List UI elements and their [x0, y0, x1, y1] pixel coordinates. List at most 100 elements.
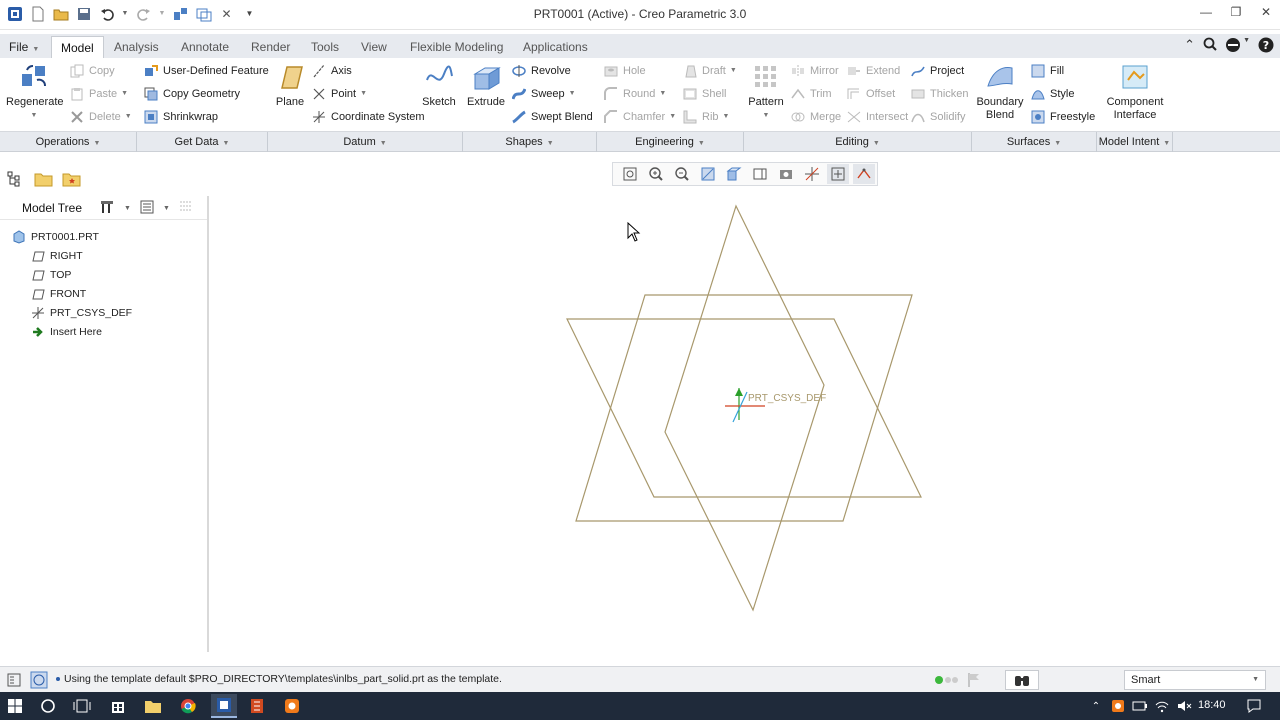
datum-plane-right[interactable] — [575, 294, 913, 522]
navigator-toggle-icon[interactable] — [6, 672, 22, 691]
creo-taskbar-icon[interactable] — [211, 694, 237, 718]
boundary-blend-button[interactable]: Boundary Blend — [972, 62, 1028, 122]
battery-icon[interactable] — [1130, 696, 1150, 716]
swept-blend-button[interactable]: Swept Blend — [512, 108, 593, 126]
datum-plane-front[interactable] — [664, 204, 825, 612]
tree-item-csys[interactable]: PRT_CSYS_DEF — [31, 304, 132, 322]
offset-button[interactable]: Offset — [847, 85, 895, 103]
find-icon[interactable] — [1005, 670, 1039, 690]
group-engineering[interactable]: Engineering ▼ — [597, 132, 744, 152]
fill-button[interactable]: Fill — [1031, 62, 1064, 80]
store-icon[interactable] — [108, 696, 128, 716]
copy-button[interactable]: Copy — [70, 62, 115, 80]
group-model-intent[interactable]: Model Intent ▼ — [1097, 132, 1173, 152]
browser-toggle-icon[interactable] — [30, 671, 48, 692]
tree-columns-icon[interactable] — [178, 199, 194, 218]
style-button[interactable]: Style — [1031, 85, 1074, 103]
tree-item-front[interactable]: FRONT — [31, 285, 86, 303]
delete-button[interactable]: Delete ▼ — [70, 108, 132, 126]
datum-display-filters-icon[interactable] — [801, 164, 823, 184]
repaint-icon[interactable] — [697, 164, 719, 184]
shell-button[interactable]: Shell — [683, 85, 726, 103]
community-icon[interactable] — [1225, 37, 1241, 56]
windows-start-icon[interactable] — [5, 696, 25, 716]
merge-button[interactable]: Merge — [791, 108, 841, 126]
pattern-button[interactable]: Pattern ▼ — [738, 62, 794, 122]
tab-render[interactable]: Render — [242, 36, 299, 58]
collapse-ribbon-icon[interactable]: ⌃ — [1184, 37, 1195, 56]
extrude-button[interactable]: Extrude — [458, 62, 514, 109]
tree-item-insert-here[interactable]: Insert Here — [31, 323, 102, 341]
group-editing[interactable]: Editing ▼ — [744, 132, 972, 152]
tab-flexible-modeling[interactable]: Flexible Modeling — [401, 36, 512, 58]
graphics-window[interactable]: PRT_CSYS_DEF — [209, 190, 1280, 662]
datum-plane-top[interactable] — [566, 318, 922, 498]
thicken-button[interactable]: Thicken — [911, 85, 969, 103]
favorites-icon[interactable] — [62, 170, 82, 190]
tree-item-right[interactable]: RIGHT — [31, 247, 83, 265]
recorder-taskbar-icon[interactable] — [282, 696, 302, 716]
flag-icon[interactable] — [967, 672, 981, 691]
help-icon[interactable]: ? — [1258, 37, 1274, 56]
shrinkwrap-button[interactable]: Shrinkwrap — [144, 108, 218, 126]
coordinate-system-button[interactable]: Coordinate System — [312, 108, 425, 126]
paste-button[interactable]: Paste ▼ — [70, 85, 128, 103]
folder-browser-icon[interactable] — [34, 170, 54, 190]
tab-tools[interactable]: Tools — [302, 36, 348, 58]
group-get-data[interactable]: Get Data ▼ — [137, 132, 268, 152]
group-operations[interactable]: Operations ▼ — [0, 132, 137, 152]
display-style-icon[interactable] — [723, 164, 745, 184]
task-view-icon[interactable] — [72, 696, 92, 716]
saved-orientations-icon[interactable] — [749, 164, 771, 184]
mirror-button[interactable]: Mirror — [791, 62, 839, 80]
action-center-icon[interactable] — [1244, 696, 1264, 716]
chamfer-button[interactable]: Chamfer ▼ — [604, 108, 676, 126]
tab-model[interactable]: Model — [51, 36, 104, 58]
project-button[interactable]: Project — [911, 62, 964, 80]
tab-applications[interactable]: Applications — [514, 36, 597, 58]
rib-button[interactable]: Rib ▼ — [683, 108, 729, 126]
search-icon[interactable] — [38, 696, 58, 716]
round-button[interactable]: Round ▼ — [604, 85, 666, 103]
app-taskbar-icon[interactable] — [247, 696, 267, 716]
wifi-icon[interactable] — [1152, 696, 1172, 716]
regenerate-button[interactable]: Regenerate ▼ — [6, 62, 64, 122]
tab-view[interactable]: View — [352, 36, 396, 58]
revolve-button[interactable]: Revolve — [512, 62, 571, 80]
tree-settings-icon[interactable] — [100, 199, 116, 218]
refit-icon[interactable] — [619, 164, 641, 184]
show-menu-icon[interactable] — [139, 199, 155, 218]
group-datum[interactable]: Datum ▼ — [268, 132, 463, 152]
spin-center-icon[interactable] — [827, 164, 849, 184]
group-surfaces[interactable]: Surfaces ▼ — [972, 132, 1097, 152]
chrome-icon[interactable] — [178, 696, 198, 716]
axis-button[interactable]: Axis — [312, 62, 352, 80]
user-defined-feature-button[interactable]: User-Defined Feature — [144, 62, 269, 80]
intersect-button[interactable]: Intersect — [847, 108, 908, 126]
tree-item-top[interactable]: TOP — [31, 266, 71, 284]
point-button[interactable]: Point ▼ — [312, 85, 367, 103]
view-manager-icon[interactable] — [775, 164, 797, 184]
search-icon[interactable] — [1203, 37, 1217, 56]
tab-file[interactable]: File ▼ — [0, 36, 49, 58]
volume-icon[interactable] — [1174, 696, 1194, 716]
draft-button[interactable]: Draft ▼ — [683, 62, 737, 80]
tray-app-icon[interactable] — [1108, 696, 1128, 716]
close-icon[interactable]: ✕ — [1258, 5, 1274, 19]
file-explorer-icon[interactable] — [143, 696, 163, 716]
tab-analysis[interactable]: Analysis — [105, 36, 168, 58]
zoom-in-icon[interactable] — [645, 164, 667, 184]
group-shapes[interactable]: Shapes ▼ — [463, 132, 597, 152]
plane-button[interactable]: Plane — [262, 62, 318, 109]
copy-geometry-button[interactable]: Copy Geometry — [144, 85, 240, 103]
annotation-display-icon[interactable] — [853, 164, 875, 184]
sweep-button[interactable]: Sweep ▼ — [512, 85, 576, 103]
solidify-button[interactable]: Solidify — [911, 108, 965, 126]
chevron-down-icon[interactable]: ▼ — [163, 205, 170, 212]
component-interface-button[interactable]: Component Interface — [1105, 62, 1165, 122]
trim-button[interactable]: Trim — [791, 85, 832, 103]
tab-annotate[interactable]: Annotate — [172, 36, 238, 58]
freestyle-button[interactable]: Freestyle — [1031, 108, 1095, 126]
tree-item-part[interactable]: PRT0001.PRT — [12, 228, 99, 246]
maximize-icon[interactable]: ❐ — [1228, 5, 1244, 19]
